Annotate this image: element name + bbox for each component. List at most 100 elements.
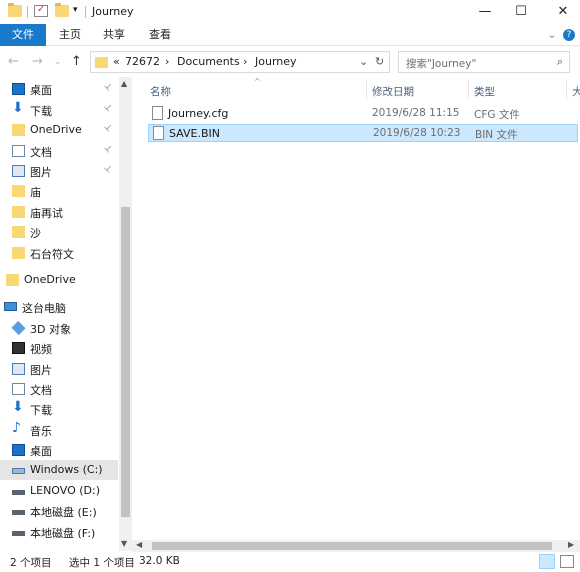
breadcrumb-overflow[interactable]: «	[113, 55, 120, 68]
drive-icon	[12, 468, 25, 474]
scroll-down-icon[interactable]: ▼	[121, 539, 127, 548]
address-row: ← → ⌄ ↑ « 72672 › Documents › Journey ⌄ …	[0, 47, 580, 77]
file-row[interactable]: SAVE.BIN 2019/6/28 10:23 BIN 文件	[148, 124, 578, 142]
nav-item-drive-e[interactable]: 本地磁盘 (E:)	[0, 501, 118, 521]
column-date[interactable]: 修改日期	[372, 84, 414, 99]
horizontal-scrollbar[interactable]: ◀ ▶	[132, 540, 580, 552]
help-icon[interactable]: ?	[563, 29, 575, 41]
breadcrumb-72672[interactable]: 72672	[125, 55, 160, 68]
tab-home[interactable]: 主页	[50, 24, 90, 46]
folder-icon	[95, 57, 108, 68]
column-divider[interactable]	[468, 81, 469, 99]
pin-icon: ⊥	[101, 142, 115, 156]
new-folder-icon[interactable]	[55, 3, 69, 17]
details-view-icon[interactable]	[539, 554, 555, 569]
nav-item-label: 本地磁盘 (E:)	[30, 506, 97, 519]
nav-item-documents[interactable]: 文档	[0, 379, 118, 399]
document-icon	[12, 145, 25, 157]
file-name: Journey.cfg	[168, 107, 229, 120]
forward-button[interactable]: →	[32, 54, 43, 69]
folder-icon	[12, 226, 25, 238]
nav-item-label: 下载	[30, 105, 52, 118]
desktop-icon	[12, 83, 25, 95]
music-icon: ♪	[12, 420, 21, 436]
nav-item-onedrive-pinned[interactable]: OneDrive ⊥	[0, 120, 118, 140]
nav-item-downloads[interactable]: ⬇ 下载	[0, 399, 118, 419]
drive-icon	[12, 531, 25, 536]
nav-item-label: 桌面	[30, 84, 52, 97]
nav-item-pictures[interactable]: 图片	[0, 359, 118, 379]
close-button[interactable]: ✕	[540, 0, 580, 24]
selection-count: 选中 1 个项目	[69, 557, 135, 569]
selection-size: 32.0 KB	[139, 555, 180, 567]
tab-file[interactable]: 文件	[0, 24, 46, 46]
nav-item-folder-miao-retry[interactable]: 庙再试	[0, 202, 118, 222]
nav-item-folder-runes[interactable]: 石台符文	[0, 243, 118, 263]
scroll-up-icon[interactable]: ▲	[121, 79, 127, 88]
pin-icon: ⊥	[101, 121, 115, 135]
breadcrumb-documents[interactable]: Documents	[177, 55, 240, 68]
recent-locations-icon[interactable]: ⌄	[54, 57, 62, 67]
maximize-button[interactable]: ☐	[498, 0, 544, 24]
ribbon-tabs: 文件 主页 共享 查看 ⌄ ?	[0, 24, 580, 46]
breadcrumb-separator[interactable]: ›	[165, 55, 169, 68]
nav-item-label: 音乐	[30, 425, 52, 438]
nav-item-folder-sha[interactable]: 沙	[0, 222, 118, 242]
column-type[interactable]: 类型	[474, 84, 495, 99]
nav-item-desktop-pinned[interactable]: 桌面 ⊥	[0, 79, 118, 99]
file-row[interactable]: Journey.cfg 2019/6/28 11:15 CFG 文件	[148, 105, 578, 123]
column-name[interactable]: 名称	[150, 84, 171, 99]
breadcrumb-separator[interactable]: ›	[243, 55, 247, 68]
cube-icon	[11, 320, 26, 336]
folder-icon	[12, 185, 25, 197]
separator	[85, 6, 86, 18]
tab-view[interactable]: 查看	[140, 24, 180, 46]
address-bar[interactable]: « 72672 › Documents › Journey ⌄ ↻	[90, 51, 390, 73]
nav-scrollbar[interactable]: ▲ ▼	[119, 77, 132, 551]
scroll-right-icon[interactable]: ▶	[568, 540, 574, 549]
properties-icon[interactable]: ✓	[34, 4, 48, 17]
drive-icon	[12, 510, 25, 515]
nav-item-pictures-pinned[interactable]: 图片 ⊥	[0, 161, 118, 181]
scroll-left-icon[interactable]: ◀	[136, 540, 142, 549]
tab-share[interactable]: 共享	[94, 24, 134, 46]
download-icon: ⬇	[12, 100, 24, 116]
address-dropdown-icon[interactable]: ⌄	[359, 55, 368, 68]
ribbon-expand-icon[interactable]: ⌄	[544, 24, 560, 46]
nav-item-videos[interactable]: 视频	[0, 338, 118, 358]
nav-item-label: OneDrive	[30, 123, 82, 136]
refresh-button[interactable]: ↻	[375, 55, 384, 68]
nav-item-downloads-pinned[interactable]: ⬇ 下载 ⊥	[0, 100, 118, 120]
nav-item-desktop[interactable]: 桌面	[0, 440, 118, 460]
up-button[interactable]: ↑	[71, 54, 82, 69]
nav-item-documents-pinned[interactable]: 文档 ⊥	[0, 141, 118, 161]
search-icon[interactable]: ⌕	[557, 55, 563, 69]
large-icons-view-icon[interactable]	[560, 555, 574, 568]
document-icon	[12, 383, 25, 395]
breadcrumb-journey[interactable]: Journey	[255, 55, 297, 68]
nav-item-label: 桌面	[30, 445, 52, 458]
nav-item-3d-objects[interactable]: 3D 对象	[0, 318, 118, 338]
nav-item-this-pc[interactable]: 这台电脑	[0, 297, 118, 317]
nav-item-label: 文档	[30, 384, 52, 397]
column-divider[interactable]	[566, 81, 567, 99]
quick-access-dropdown-icon[interactable]: ▾	[73, 5, 78, 15]
nav-item-drive-c[interactable]: Windows (C:)	[0, 460, 118, 480]
nav-item-drive-f[interactable]: 本地磁盘 (F:)	[0, 522, 118, 542]
nav-item-label: Windows (C:)	[30, 463, 103, 476]
nav-item-drive-d[interactable]: LENOVO (D:)	[0, 481, 118, 501]
search-input[interactable]: 搜索"Journey" ⌕	[398, 51, 570, 73]
column-size[interactable]: 大	[572, 84, 580, 99]
back-button[interactable]: ←	[8, 54, 19, 69]
computer-icon	[4, 302, 17, 311]
nav-item-onedrive[interactable]: OneDrive	[0, 270, 118, 290]
h-scroll-thumb[interactable]	[152, 542, 552, 550]
nav-item-folder-miao[interactable]: 庙	[0, 181, 118, 201]
folder-icon	[12, 206, 25, 218]
nav-item-label: 本地磁盘 (F:)	[30, 527, 96, 540]
column-divider[interactable]	[366, 81, 367, 99]
item-count: 2 个项目	[10, 557, 52, 569]
nav-item-music[interactable]: ♪ 音乐	[0, 420, 118, 440]
download-icon: ⬇	[12, 399, 24, 415]
nav-scroll-thumb[interactable]	[121, 207, 130, 517]
